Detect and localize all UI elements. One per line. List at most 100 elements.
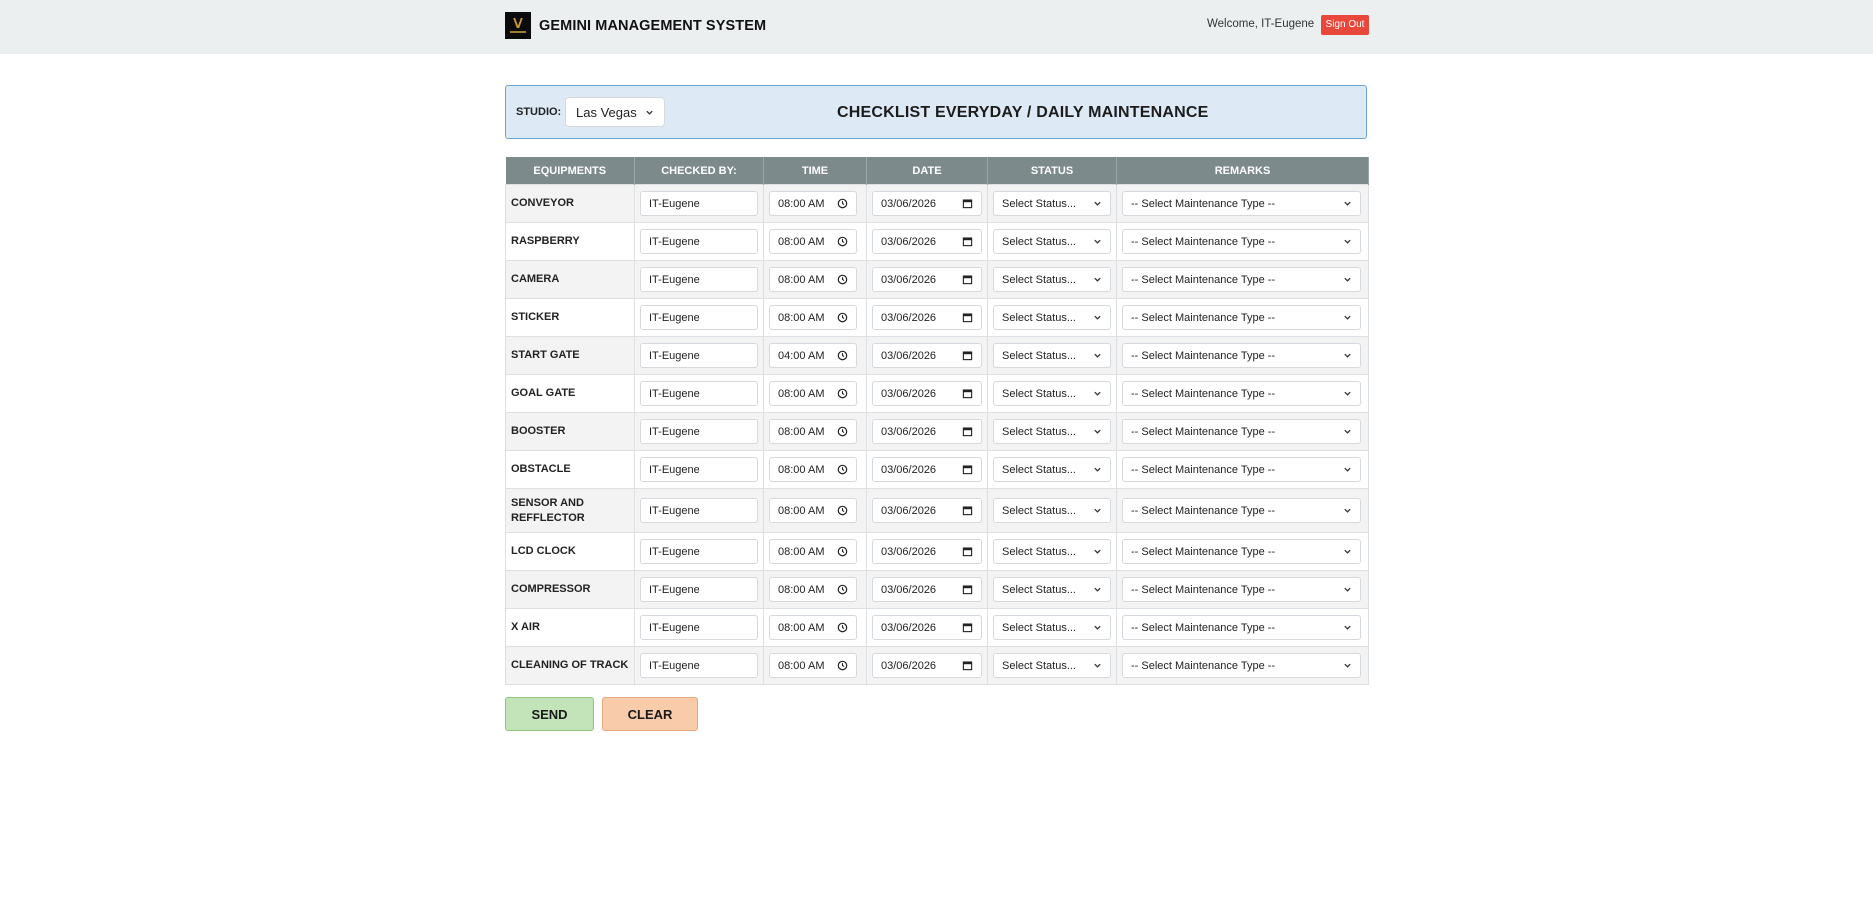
time-value: 08:00 AM — [778, 387, 825, 400]
clock-icon — [837, 198, 848, 209]
equipment-cell: OBSTACLE — [505, 450, 635, 489]
status-select[interactable]: Select Status... — [993, 343, 1111, 368]
remarks-select[interactable]: -- Select Maintenance Type -- — [1122, 419, 1361, 444]
time-input[interactable]: 08:00 AM — [769, 498, 857, 523]
status-select[interactable]: Select Status... — [993, 539, 1111, 564]
status-cell: Select Status... — [987, 450, 1117, 489]
equipment-cell: SENSOR AND REFFLECTOR — [505, 488, 635, 533]
checked-by-cell: IT-Eugene — [634, 532, 764, 571]
status-select[interactable]: Select Status... — [993, 419, 1111, 444]
status-select[interactable]: Select Status... — [993, 457, 1111, 482]
equipment-name: OBSTACLE — [511, 463, 571, 475]
date-cell: 03/06/2026 — [866, 336, 988, 375]
time-cell: 04:00 AM — [763, 336, 867, 375]
date-input[interactable]: 03/06/2026 — [872, 457, 982, 482]
remarks-select[interactable]: -- Select Maintenance Type -- — [1122, 577, 1361, 602]
time-input[interactable]: 08:00 AM — [769, 457, 857, 482]
clear-button[interactable]: CLEAR — [602, 697, 698, 731]
checked-by-input[interactable]: IT-Eugene — [640, 343, 758, 368]
clock-icon — [837, 312, 848, 323]
date-input[interactable]: 03/06/2026 — [872, 229, 982, 254]
chevron-down-icon — [1344, 625, 1351, 630]
status-cell: Select Status... — [987, 336, 1117, 375]
remarks-select[interactable]: -- Select Maintenance Type -- — [1122, 229, 1361, 254]
checked-by-input[interactable]: IT-Eugene — [640, 267, 758, 292]
sign-out-button[interactable]: Sign Out — [1321, 15, 1369, 35]
date-input[interactable]: 03/06/2026 — [872, 419, 982, 444]
checked-by-input[interactable]: IT-Eugene — [640, 653, 758, 678]
status-select[interactable]: Select Status... — [993, 653, 1111, 678]
remarks-cell: -- Select Maintenance Type -- — [1116, 336, 1369, 375]
remarks-select[interactable]: -- Select Maintenance Type -- — [1122, 343, 1361, 368]
equipment-cell: X AIR — [505, 608, 635, 647]
calendar-icon — [962, 661, 973, 671]
checked-by-cell: IT-Eugene — [634, 298, 764, 337]
time-input[interactable]: 08:00 AM — [769, 191, 857, 216]
remarks-select[interactable]: -- Select Maintenance Type -- — [1122, 457, 1361, 482]
remarks-select[interactable]: -- Select Maintenance Type -- — [1122, 381, 1361, 406]
time-value: 08:00 AM — [778, 463, 825, 476]
remarks-value: -- Select Maintenance Type -- — [1131, 659, 1276, 672]
status-value: Select Status... — [1002, 387, 1076, 400]
time-value: 08:00 AM — [778, 273, 825, 286]
time-input[interactable]: 08:00 AM — [769, 229, 857, 254]
date-input[interactable]: 03/06/2026 — [872, 191, 982, 216]
checked-by-input[interactable]: IT-Eugene — [640, 539, 758, 564]
time-input[interactable]: 08:00 AM — [769, 305, 857, 330]
time-input[interactable]: 08:00 AM — [769, 615, 857, 640]
time-input[interactable]: 08:00 AM — [769, 419, 857, 444]
date-input[interactable]: 03/06/2026 — [872, 267, 982, 292]
time-input[interactable]: 08:00 AM — [769, 267, 857, 292]
date-input[interactable]: 03/06/2026 — [872, 653, 982, 678]
date-input[interactable]: 03/06/2026 — [872, 498, 982, 523]
remarks-select[interactable]: -- Select Maintenance Type -- — [1122, 267, 1361, 292]
status-select[interactable]: Select Status... — [993, 577, 1111, 602]
remarks-select[interactable]: -- Select Maintenance Type -- — [1122, 305, 1361, 330]
time-input[interactable]: 04:00 AM — [769, 343, 857, 368]
equipment-name: GOAL GATE — [511, 387, 576, 399]
date-input[interactable]: 03/06/2026 — [872, 615, 982, 640]
chevron-down-icon — [1094, 353, 1101, 358]
time-input[interactable]: 08:00 AM — [769, 653, 857, 678]
remarks-select[interactable]: -- Select Maintenance Type -- — [1122, 615, 1361, 640]
send-button[interactable]: SEND — [505, 697, 594, 731]
status-value: Select Status... — [1002, 197, 1076, 210]
date-input[interactable]: 03/06/2026 — [872, 577, 982, 602]
status-select[interactable]: Select Status... — [993, 229, 1111, 254]
status-select[interactable]: Select Status... — [993, 615, 1111, 640]
time-input[interactable]: 08:00 AM — [769, 381, 857, 406]
remarks-cell: -- Select Maintenance Type -- — [1116, 298, 1369, 337]
checked-by-input[interactable]: IT-Eugene — [640, 577, 758, 602]
remarks-select[interactable]: -- Select Maintenance Type -- — [1122, 653, 1361, 678]
equipment-cell: CONVEYOR — [505, 184, 635, 223]
checked-by-input[interactable]: IT-Eugene — [640, 457, 758, 482]
studio-select[interactable]: Las Vegas — [565, 97, 665, 127]
date-input[interactable]: 03/06/2026 — [872, 343, 982, 368]
status-select[interactable]: Select Status... — [993, 498, 1111, 523]
status-select[interactable]: Select Status... — [993, 267, 1111, 292]
date-input[interactable]: 03/06/2026 — [872, 539, 982, 564]
checked-by-input[interactable]: IT-Eugene — [640, 498, 758, 523]
remarks-select[interactable]: -- Select Maintenance Type -- — [1122, 539, 1361, 564]
remarks-select[interactable]: -- Select Maintenance Type -- — [1122, 191, 1361, 216]
checked-by-input[interactable]: IT-Eugene — [640, 229, 758, 254]
checked-by-input[interactable]: IT-Eugene — [640, 419, 758, 444]
date-input[interactable]: 03/06/2026 — [872, 381, 982, 406]
checked-by-input[interactable]: IT-Eugene — [640, 191, 758, 216]
checked-by-input[interactable]: IT-Eugene — [640, 615, 758, 640]
clock-icon — [837, 584, 848, 595]
chevron-down-icon — [1094, 201, 1101, 206]
equipment-name: SENSOR AND REFFLECTOR — [511, 496, 585, 524]
time-input[interactable]: 08:00 AM — [769, 539, 857, 564]
time-input[interactable]: 08:00 AM — [769, 577, 857, 602]
checked-by-input[interactable]: IT-Eugene — [640, 381, 758, 406]
status-select[interactable]: Select Status... — [993, 305, 1111, 330]
status-value: Select Status... — [1002, 425, 1076, 438]
status-select[interactable]: Select Status... — [993, 191, 1111, 216]
checked-by-input[interactable]: IT-Eugene — [640, 305, 758, 330]
date-input[interactable]: 03/06/2026 — [872, 305, 982, 330]
status-select[interactable]: Select Status... — [993, 381, 1111, 406]
remarks-select[interactable]: -- Select Maintenance Type -- — [1122, 498, 1361, 523]
column-header-date: DATE — [866, 157, 988, 185]
date-cell: 03/06/2026 — [866, 488, 988, 533]
